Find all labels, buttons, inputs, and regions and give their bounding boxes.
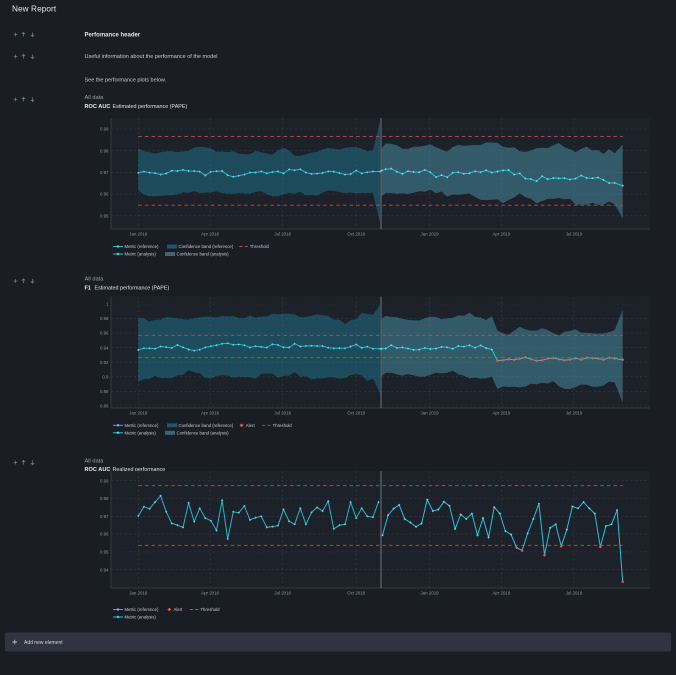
svg-text:1: 1 — [106, 302, 109, 307]
svg-text:F1: F1 — [85, 286, 92, 292]
svg-text:0.96: 0.96 — [100, 331, 109, 336]
svg-text:ROC AUC: ROC AUC — [85, 467, 111, 473]
svg-text:Jan 2019: Jan 2019 — [421, 590, 440, 595]
svg-text:Alert: Alert — [174, 607, 184, 612]
svg-text:0.94: 0.94 — [100, 345, 109, 350]
svg-text:New Report: New Report — [12, 4, 57, 13]
svg-text:Metric (reference): Metric (reference) — [125, 244, 159, 249]
svg-text:Confidence band (analysis): Confidence band (analysis) — [177, 430, 230, 435]
svg-text:0.97: 0.97 — [100, 514, 109, 519]
svg-text:Jan 2018: Jan 2018 — [129, 410, 148, 415]
svg-text:0.94: 0.94 — [100, 567, 109, 572]
svg-text:Useful information about the p: Useful information about the performance… — [85, 54, 218, 60]
svg-text:Metric (reference): Metric (reference) — [125, 607, 159, 612]
svg-text:ROC AUC: ROC AUC — [85, 104, 111, 110]
svg-text:Jan 2019: Jan 2019 — [421, 231, 440, 236]
svg-text:Jul 2018: Jul 2018 — [274, 590, 291, 595]
svg-text:Estimated performance (PAPE): Estimated performance (PAPE) — [95, 286, 170, 292]
svg-text:Threshold: Threshold — [200, 607, 220, 612]
svg-text:Metric (analysis): Metric (analysis) — [125, 430, 157, 435]
svg-text:Confidence band (reference): Confidence band (reference) — [179, 244, 234, 249]
svg-text:All data: All data — [85, 277, 105, 283]
svg-text:Jul 2019: Jul 2019 — [566, 590, 583, 595]
svg-text:Jul 2018: Jul 2018 — [274, 231, 291, 236]
svg-text:See the performance plots belo: See the performance plots below. — [85, 78, 167, 84]
svg-text:Jan 2018: Jan 2018 — [129, 590, 148, 595]
svg-text:Oct 2018: Oct 2018 — [347, 590, 365, 595]
svg-text:Jan 2019: Jan 2019 — [421, 410, 440, 415]
svg-text:0.9: 0.9 — [102, 374, 109, 379]
svg-text:Perfomance header: Perfomance header — [85, 33, 141, 39]
svg-text:0.98: 0.98 — [100, 496, 109, 501]
svg-text:All data: All data — [85, 95, 105, 101]
svg-text:Confidence band (reference): Confidence band (reference) — [179, 423, 234, 428]
svg-text:0.88: 0.88 — [100, 389, 109, 394]
svg-text:Apr 2018: Apr 2018 — [201, 410, 219, 415]
svg-text:Apr 2019: Apr 2019 — [492, 410, 510, 415]
svg-text:Jul 2019: Jul 2019 — [566, 410, 583, 415]
svg-text:Apr 2018: Apr 2018 — [201, 590, 219, 595]
svg-text:0.95: 0.95 — [100, 213, 109, 218]
svg-text:Threshold: Threshold — [273, 423, 293, 428]
svg-text:0.95: 0.95 — [100, 550, 109, 555]
svg-text:Jul 2019: Jul 2019 — [566, 231, 583, 236]
svg-text:Threshold: Threshold — [250, 244, 270, 249]
svg-text:Alert: Alert — [246, 423, 256, 428]
svg-text:Apr 2019: Apr 2019 — [492, 231, 510, 236]
svg-text:0.86: 0.86 — [100, 404, 109, 409]
svg-text:Add new element: Add new element — [24, 640, 63, 646]
svg-text:Oct 2018: Oct 2018 — [347, 410, 365, 415]
svg-text:0.99: 0.99 — [100, 478, 109, 483]
svg-text:0.96: 0.96 — [100, 532, 109, 537]
svg-text:Jan 2018: Jan 2018 — [129, 231, 148, 236]
svg-text:Apr 2019: Apr 2019 — [492, 590, 510, 595]
svg-text:Oct 2018: Oct 2018 — [347, 231, 365, 236]
svg-text:Estimated performance (PAPE): Estimated performance (PAPE) — [113, 104, 188, 110]
svg-text:0.92: 0.92 — [100, 360, 109, 365]
svg-text:0.96: 0.96 — [100, 192, 109, 197]
svg-text:Metric (reference): Metric (reference) — [125, 423, 159, 428]
svg-text:Apr 2018: Apr 2018 — [201, 231, 219, 236]
svg-text:0.98: 0.98 — [100, 316, 109, 321]
svg-text:Confidence band (analysis): Confidence band (analysis) — [177, 252, 230, 257]
svg-text:0.99: 0.99 — [100, 127, 109, 132]
svg-text:0.98: 0.98 — [100, 148, 109, 153]
svg-text:Jul 2018: Jul 2018 — [274, 410, 291, 415]
svg-text:All data: All data — [85, 459, 105, 465]
svg-text:0.97: 0.97 — [100, 170, 109, 175]
svg-text:Metric (analysis): Metric (analysis) — [125, 615, 157, 620]
svg-text:Metric (analysis): Metric (analysis) — [125, 252, 157, 257]
